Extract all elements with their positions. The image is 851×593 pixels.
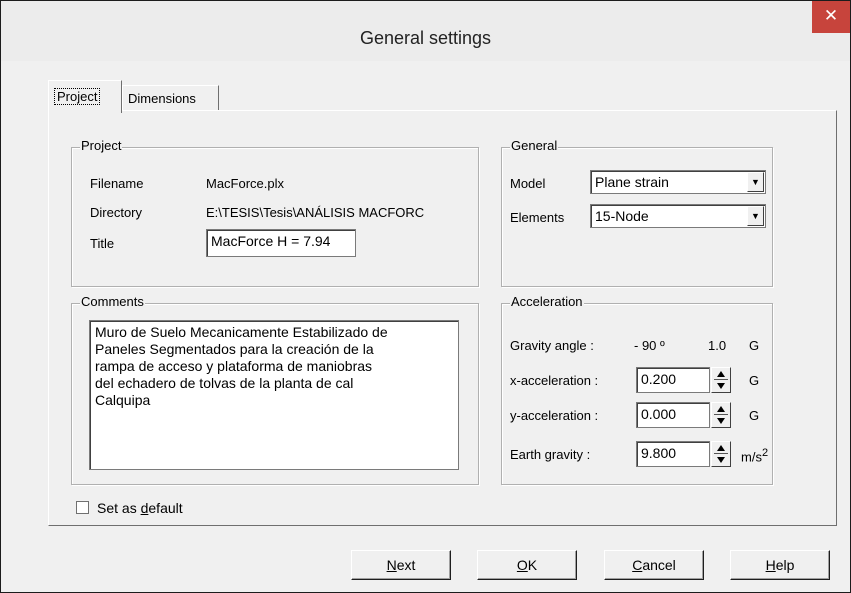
model-select[interactable]: Plane strain ▼ bbox=[590, 170, 766, 194]
next-button[interactable]: Next bbox=[351, 550, 451, 580]
y-acceleration-label: y-acceleration : bbox=[510, 408, 599, 423]
arrow-up-icon[interactable] bbox=[717, 371, 725, 377]
earth-gravity-input[interactable]: 9.800 bbox=[636, 441, 710, 467]
tab-project[interactable]: Project bbox=[48, 80, 122, 113]
gravity-g-value: 1.0 bbox=[708, 338, 727, 353]
gravity-g-unit: G bbox=[749, 338, 760, 353]
general-settings-dialog: General settings ✕ Project Dimensions Pr… bbox=[0, 0, 851, 593]
y-acceleration-input[interactable]: 0.000 bbox=[636, 402, 710, 428]
close-icon: ✕ bbox=[823, 6, 839, 25]
x-acceleration-spinner[interactable] bbox=[711, 367, 731, 393]
help-button-accel: H bbox=[765, 557, 776, 573]
filename-label: Filename bbox=[90, 176, 144, 191]
tab-dimensions[interactable]: Dimensions bbox=[122, 85, 219, 111]
elements-label: Elements bbox=[510, 210, 565, 225]
earth-gravity-unit-text: m/s bbox=[741, 449, 762, 465]
comments-group-title: Comments bbox=[80, 294, 145, 309]
title-input[interactable]: MacForce H = 7.94 bbox=[206, 229, 356, 257]
acceleration-group-title: Acceleration bbox=[510, 294, 584, 309]
arrow-up-icon[interactable] bbox=[717, 406, 725, 412]
earth-gravity-unit: m/s2 bbox=[741, 447, 768, 464]
project-group-title: Project bbox=[80, 138, 123, 153]
arrow-down-icon[interactable] bbox=[717, 383, 725, 389]
x-acceleration-label: x-acceleration : bbox=[510, 373, 599, 388]
model-label: Model bbox=[510, 176, 546, 191]
next-button-accel: N bbox=[386, 557, 397, 573]
y-acceleration-unit: G bbox=[749, 408, 760, 423]
comments-textarea[interactable]: Muro de Suelo Mecanicamente Estabilizado… bbox=[89, 320, 459, 470]
arrow-down-icon[interactable] bbox=[717, 457, 725, 463]
cancel-button-rest: ancel bbox=[642, 557, 676, 573]
earth-gravity-spinner[interactable] bbox=[711, 441, 731, 467]
help-button[interactable]: Help bbox=[730, 550, 830, 580]
set-as-default-label-post: efault bbox=[148, 500, 183, 516]
tab-dimensions-label: Dimensions bbox=[128, 91, 196, 106]
next-button-rest: ext bbox=[396, 557, 416, 573]
model-select-value: Plane strain bbox=[595, 174, 669, 190]
ok-button[interactable]: OK bbox=[477, 550, 577, 580]
set-as-default-checkbox[interactable] bbox=[76, 501, 89, 514]
directory-label: Directory bbox=[90, 205, 143, 220]
elements-select-value: 15-Node bbox=[595, 208, 649, 224]
chevron-down-icon[interactable]: ▼ bbox=[747, 206, 764, 226]
title-bar[interactable]: General settings ✕ bbox=[1, 1, 850, 61]
title-label: Title bbox=[90, 236, 115, 251]
earth-gravity-unit-exponent: 2 bbox=[761, 447, 769, 459]
y-acceleration-spinner[interactable] bbox=[711, 402, 731, 428]
arrow-up-icon[interactable] bbox=[717, 445, 725, 451]
tab-project-label: Project bbox=[54, 88, 101, 105]
help-button-rest: elp bbox=[775, 557, 795, 573]
x-acceleration-input[interactable]: 0.200 bbox=[636, 367, 710, 393]
set-as-default-label-pre: Set as bbox=[97, 500, 141, 516]
cancel-button-accel: C bbox=[632, 557, 643, 573]
chevron-down-icon[interactable]: ▼ bbox=[747, 172, 764, 192]
directory-value: E:\TESIS\Tesis\ANÁLISIS MACFORC bbox=[206, 205, 425, 220]
x-acceleration-unit: G bbox=[749, 373, 760, 388]
ok-button-accel: O bbox=[516, 557, 528, 573]
cancel-button[interactable]: Cancel bbox=[604, 550, 704, 580]
gravity-angle-value: - 90 º bbox=[634, 338, 665, 353]
general-group-title: General bbox=[510, 138, 559, 153]
filename-value: MacForce.plx bbox=[206, 176, 285, 191]
gravity-angle-label: Gravity angle : bbox=[510, 338, 594, 353]
close-button[interactable]: ✕ bbox=[812, 1, 850, 33]
ok-button-rest: K bbox=[527, 557, 538, 573]
arrow-down-icon[interactable] bbox=[717, 418, 725, 424]
window-title: General settings bbox=[359, 28, 492, 48]
earth-gravity-label: Earth gravity : bbox=[510, 447, 591, 462]
set-as-default-label[interactable]: Set as default bbox=[97, 500, 183, 516]
elements-select[interactable]: 15-Node ▼ bbox=[590, 204, 766, 228]
